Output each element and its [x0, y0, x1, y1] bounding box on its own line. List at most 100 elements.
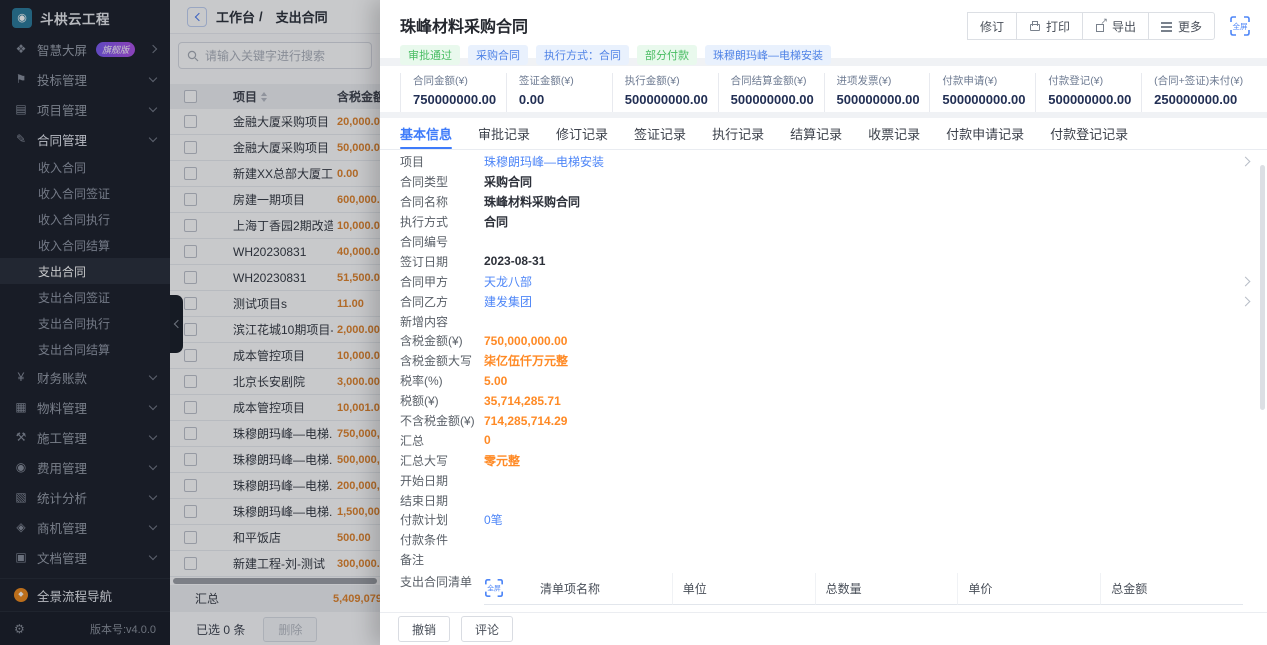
tab[interactable]: 修订记录 [556, 118, 608, 149]
tab[interactable]: 签证记录 [634, 118, 686, 149]
tab[interactable]: 付款登记记录 [1050, 118, 1128, 149]
stat-card: 付款申请(¥) 500000000.00 [929, 73, 1035, 112]
fullscreen-icon[interactable]: 全屏 [484, 578, 504, 598]
stat-value: 500000000.00 [837, 92, 930, 107]
column-header: 总金额 [1101, 573, 1243, 605]
field-label: 合同编号 [400, 233, 484, 250]
stat-card: 进项发票(¥) 500000000.00 [824, 73, 930, 112]
action-label: 修订 [980, 18, 1004, 35]
expense-table-header: 全屏 清单项名称 单位 总数量 单价 [484, 573, 1243, 605]
field-label: 不含税金额(¥) [400, 412, 484, 429]
field-row: 汇总大写 零元整 [400, 450, 1251, 470]
basic-info-form: 项目 珠穆朗玛峰—电梯安装 合同类型 采购合同 合同名称 珠峰材料采购合同 [380, 150, 1267, 612]
field-value[interactable]: 建发集团 [484, 293, 532, 310]
column-header: 单位 [673, 573, 816, 605]
tag-row: 审批通过 采购合同 执行方式：合同 部分付款 珠穆朗玛峰—电梯安装 [400, 45, 1247, 65]
field-row: 不含税金额(¥) 714,285,714.29 [400, 411, 1251, 431]
field-row: 结束日期 [400, 490, 1251, 510]
column-header: 单价 [958, 573, 1101, 605]
field-label: 合同甲方 [400, 273, 484, 290]
action-button[interactable]: 导出 [1082, 12, 1149, 40]
field-row: 合同甲方 天龙八部 [400, 271, 1251, 291]
fullscreen-icon[interactable]: 全屏 [1229, 15, 1251, 37]
chevron-right-icon[interactable] [1241, 157, 1251, 167]
field-value[interactable]: 珠穆朗玛峰—电梯安装 [484, 153, 604, 170]
field-label: 含税金额(¥) [400, 332, 484, 349]
field-label: 汇总 [400, 432, 484, 449]
stat-label: 签证金额(¥) [519, 73, 612, 88]
stat-label: 进项发票(¥) [837, 73, 930, 88]
tab[interactable]: 审批记录 [478, 118, 530, 149]
stat-card: (合同+签证)未付(¥) 250000000.00 [1141, 73, 1247, 112]
field-row: 汇总 0 [400, 430, 1251, 450]
field-row: 税率(%) 5.00 [400, 371, 1251, 391]
column-header: 清单项名称 [530, 573, 673, 605]
modal-dim-overlay[interactable] [0, 0, 380, 645]
field-value: 合同 [484, 213, 508, 230]
tab[interactable]: 执行记录 [712, 118, 764, 149]
chevron-right-icon[interactable] [1241, 276, 1251, 286]
status-tag: 执行方式：合同 [536, 45, 629, 65]
action-label: 更多 [1178, 18, 1202, 35]
field-row: 付款计划 0笔 [400, 510, 1251, 530]
field-label: 税额(¥) [400, 392, 484, 409]
stat-label: 付款登记(¥) [1048, 73, 1141, 88]
action-icon [1029, 20, 1041, 32]
field-value: 35,714,285.71 [484, 394, 561, 408]
stat-value: 500000000.00 [731, 92, 824, 107]
field-label: 支出合同清单 [400, 573, 484, 605]
field-label: 税率(%) [400, 372, 484, 389]
field-row: 项目 珠穆朗玛峰—电梯安装 [400, 152, 1251, 172]
stat-card: 执行金额(¥) 500000000.00 [612, 73, 718, 112]
stat-value: 500000000.00 [1048, 92, 1141, 107]
detail-tabs: 基本信息 审批记录 修订记录 签证记录 执行记录 结算记录 收票记录 付款申请记… [380, 118, 1267, 150]
stat-label: (合同+签证)未付(¥) [1154, 73, 1247, 88]
vertical-scrollbar[interactable] [1260, 165, 1265, 410]
tab[interactable]: 付款申请记录 [946, 118, 1024, 149]
field-label: 新增内容 [400, 313, 484, 330]
field-row: 执行方式 合同 [400, 212, 1251, 232]
stat-value: 500000000.00 [942, 92, 1035, 107]
field-value: 采购合同 [484, 173, 532, 190]
status-tag: 部分付款 [637, 45, 697, 65]
detail-footer: 撤销 评论 [380, 612, 1267, 645]
detail-header: 珠峰材料采购合同 审批通过 采购合同 执行方式：合同 部分付款 珠穆朗玛峰—电梯… [380, 0, 1267, 58]
action-button[interactable]: 更多 [1148, 12, 1215, 40]
footer-action-button[interactable]: 评论 [461, 616, 513, 642]
field-value: 珠峰材料采购合同 [484, 193, 580, 210]
field-label: 签订日期 [400, 253, 484, 270]
action-icon [1161, 20, 1173, 32]
stat-card: 签证金额(¥) 0.00 [506, 73, 612, 112]
field-value[interactable]: 0笔 [484, 511, 503, 528]
action-button[interactable]: 打印 [1016, 12, 1083, 40]
table-fullscreen-cell: 全屏 [484, 573, 530, 605]
field-row: 新增内容 [400, 311, 1251, 331]
field-label: 执行方式 [400, 213, 484, 230]
field-row: 合同编号 [400, 232, 1251, 252]
stat-value: 0.00 [519, 92, 612, 107]
tab[interactable]: 收票记录 [868, 118, 920, 149]
stat-label: 合同结算金额(¥) [731, 73, 824, 88]
chevron-right-icon[interactable] [1241, 296, 1251, 306]
column-header: 总数量 [816, 573, 959, 605]
stat-value: 500000000.00 [625, 92, 718, 107]
field-label: 合同乙方 [400, 293, 484, 310]
field-value[interactable]: 天龙八部 [484, 273, 532, 290]
action-label: 打印 [1046, 18, 1070, 35]
field-value: 714,285,714.29 [484, 414, 567, 428]
field-label: 备注 [400, 551, 484, 568]
footer-action-button[interactable]: 撤销 [398, 616, 450, 642]
field-label: 含税金额大写 [400, 352, 484, 369]
field-value: 750,000,000.00 [484, 334, 567, 348]
status-tag: 审批通过 [400, 45, 460, 65]
action-button[interactable]: 修订 [967, 12, 1017, 40]
status-tag: 采购合同 [468, 45, 528, 65]
field-label: 合同类型 [400, 173, 484, 190]
tab[interactable]: 基本信息 [400, 118, 452, 149]
field-row: 合同乙方 建发集团 [400, 291, 1251, 311]
field-row: 含税金额(¥) 750,000,000.00 [400, 331, 1251, 351]
field-value: 柒亿伍仟万元整 [484, 352, 568, 369]
stat-card: 合同结算金额(¥) 500000000.00 [718, 73, 824, 112]
field-value: 0 [484, 433, 491, 447]
tab[interactable]: 结算记录 [790, 118, 842, 149]
